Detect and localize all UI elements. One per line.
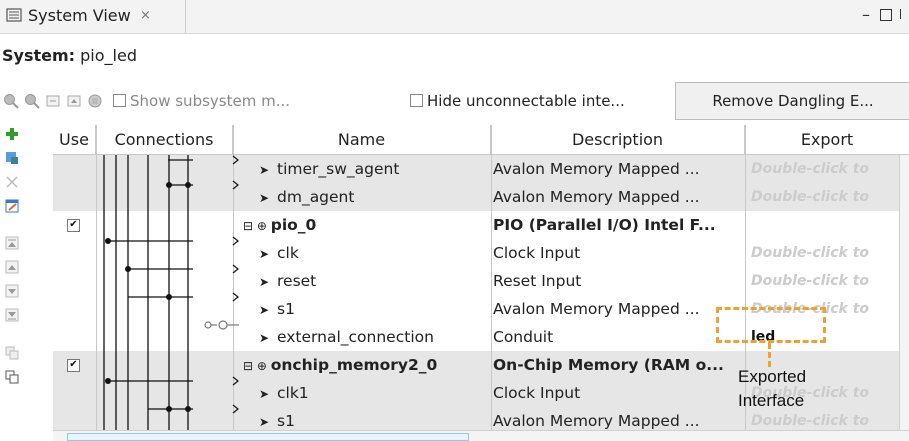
- connection-dots: [105, 155, 239, 414]
- export-highlight-box: [716, 307, 826, 343]
- interface-arrow-icon: ➤: [258, 331, 269, 345]
- add-icon[interactable]: [5, 127, 19, 141]
- export-callout-line: [768, 343, 771, 367]
- hide-unconnectable-label: Hide unconnectable inte...: [427, 92, 625, 110]
- component-icon: ⊕: [256, 219, 271, 233]
- system-name: pio_led: [80, 46, 137, 65]
- maximize-icon[interactable]: [880, 9, 892, 21]
- header-use[interactable]: Use: [53, 125, 96, 155]
- interface-arrow-icon: ➤: [258, 387, 269, 401]
- row-description: On-Chip Memory (RAM o...: [493, 356, 724, 374]
- collapse-toggle-icon[interactable]: ⊟: [243, 219, 257, 233]
- row-description: Reset Input: [493, 272, 582, 290]
- callout-line2: Interface: [738, 391, 805, 410]
- row-name[interactable]: ➤ s1: [243, 295, 295, 323]
- interface-arrow-icon: ➤: [258, 163, 269, 177]
- row-name[interactable]: ⊟ ⊕ onchip_memory2_0: [243, 351, 437, 379]
- interface-arrow-icon: ➤: [258, 275, 269, 289]
- move-down-icon[interactable]: [5, 284, 19, 298]
- collapse-icon[interactable]: [45, 93, 61, 109]
- row-name[interactable]: ➤ external_connection: [243, 323, 434, 351]
- interface-name: dm_agent: [277, 188, 355, 206]
- row-name[interactable]: ➤ dm_agent: [243, 183, 355, 211]
- zoom-out-icon[interactable]: [24, 93, 40, 109]
- interface-name: clk: [277, 244, 299, 262]
- tab-divider: [185, 0, 186, 33]
- interface-name: s1: [277, 300, 295, 318]
- move-top-icon[interactable]: [5, 236, 19, 250]
- zoom-in-icon[interactable]: [3, 93, 19, 109]
- interface-name: external_connection: [277, 328, 434, 346]
- row-description: Clock Input: [493, 384, 581, 402]
- interface-arrow-icon: ➤: [258, 191, 269, 205]
- row-name[interactable]: ⊟ ⊕ pio_0: [243, 211, 316, 239]
- row-export[interactable]: Double-click to: [751, 239, 869, 267]
- system-label: System:: [2, 46, 76, 65]
- side-toolbar: [0, 123, 24, 440]
- component-icon: ⊕: [256, 359, 271, 373]
- conduit-export-icon: [204, 320, 239, 330]
- remove-icon[interactable]: [5, 175, 19, 189]
- copy-icon[interactable]: [5, 346, 19, 360]
- row-description: Clock Input: [493, 244, 581, 262]
- interface-name: reset: [277, 272, 317, 290]
- callout-line1: Exported: [738, 367, 807, 386]
- tab-title[interactable]: System View: [28, 6, 131, 25]
- hide-unconnectable-checkbox[interactable]: Hide unconnectable inte...: [410, 92, 625, 110]
- row-name[interactable]: ➤ clk1: [243, 379, 309, 407]
- row-name[interactable]: ➤ timer_sw_agent: [243, 155, 399, 183]
- row-description: PIO (Parallel I/O) Intel F...: [493, 216, 716, 234]
- filter-icon[interactable]: [87, 93, 103, 109]
- show-subsystem-label: Show subsystem m...: [130, 92, 290, 110]
- row-export[interactable]: Double-click to: [751, 183, 869, 211]
- row-export[interactable]: Double-click to: [751, 267, 869, 295]
- horizontal-scrollbar[interactable]: [53, 430, 909, 441]
- minimize-icon[interactable]: –: [862, 5, 870, 24]
- collapse-toggle-icon[interactable]: ⊟: [243, 359, 257, 373]
- interface-arrow-icon: ➤: [258, 247, 269, 261]
- edit-icon[interactable]: [5, 199, 19, 213]
- system-view-icon: [6, 8, 22, 22]
- toolbar: Show subsystem m... Hide unconnectable i…: [0, 82, 909, 120]
- vertical-scrollbar[interactable]: [899, 155, 909, 432]
- show-subsystem-box[interactable]: [113, 94, 126, 107]
- component-name: onchip_memory2_0: [270, 356, 438, 374]
- interface-name: s1: [277, 412, 295, 430]
- export-callout: Exported Interface: [738, 365, 806, 413]
- row-name[interactable]: ➤ reset: [243, 267, 316, 295]
- row-description: Avalon Memory Mapped ...: [493, 300, 700, 318]
- header-description[interactable]: Description: [491, 125, 745, 155]
- interface-arrow-icon: ➤: [258, 303, 269, 317]
- component-name: pio_0: [270, 216, 317, 234]
- header-name[interactable]: Name: [233, 125, 491, 155]
- hide-unconnectable-box[interactable]: [410, 94, 423, 107]
- title-bar: System View × –: [0, 0, 909, 34]
- header-export[interactable]: Export: [745, 125, 909, 155]
- row-name[interactable]: ➤ clk: [243, 239, 299, 267]
- duplicate-icon[interactable]: [5, 370, 19, 384]
- move-up-icon[interactable]: [5, 260, 19, 274]
- row-description: Avalon Memory Mapped ...: [493, 160, 700, 178]
- show-subsystem-checkbox[interactable]: Show subsystem m...: [113, 92, 290, 110]
- close-tab-icon[interactable]: ×: [140, 8, 151, 23]
- row-description: Conduit: [493, 328, 554, 346]
- move-bottom-icon[interactable]: [5, 308, 19, 322]
- header-connections[interactable]: Connections: [96, 125, 233, 155]
- interface-name: timer_sw_agent: [277, 160, 400, 178]
- row-description: Avalon Memory Mapped ...: [493, 188, 700, 206]
- add-component-icon[interactable]: [5, 151, 19, 165]
- expand-icon[interactable]: [66, 93, 82, 109]
- restore-icon[interactable]: [900, 9, 905, 19]
- remove-dangling-button[interactable]: Remove Dangling E...: [675, 82, 909, 120]
- system-heading: System: pio_led: [2, 46, 137, 65]
- row-export[interactable]: Double-click to: [751, 155, 869, 183]
- col-divider-name: [491, 125, 492, 440]
- interface-name: clk1: [277, 384, 309, 402]
